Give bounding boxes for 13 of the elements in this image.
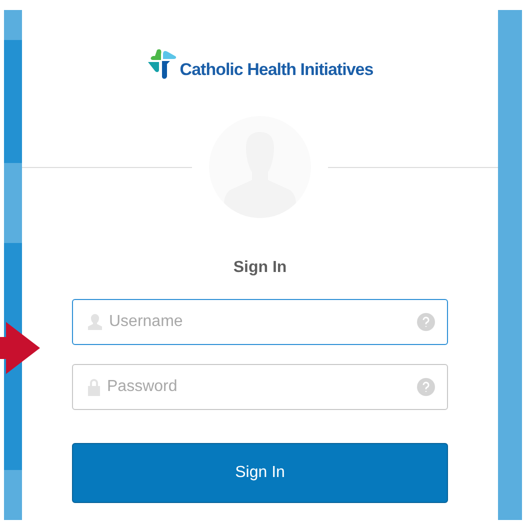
help-icon[interactable]	[417, 313, 435, 331]
user-icon	[87, 313, 103, 331]
arrow-icon	[0, 322, 40, 374]
input-field[interactable]: Username	[109, 310, 411, 334]
input-field[interactable]: Password	[72, 364, 448, 410]
input-field[interactable]: Username	[72, 299, 448, 345]
input-field[interactable]: Password	[107, 375, 411, 399]
lock-icon	[87, 378, 101, 396]
logo-icon	[146, 48, 177, 80]
sign-in-button[interactable]: Sign In	[72, 443, 448, 503]
logo-text: Catholic Health Initiatives	[180, 61, 374, 80]
sign-in-title: Sign In	[233, 258, 287, 278]
help-icon[interactable]	[417, 378, 435, 396]
